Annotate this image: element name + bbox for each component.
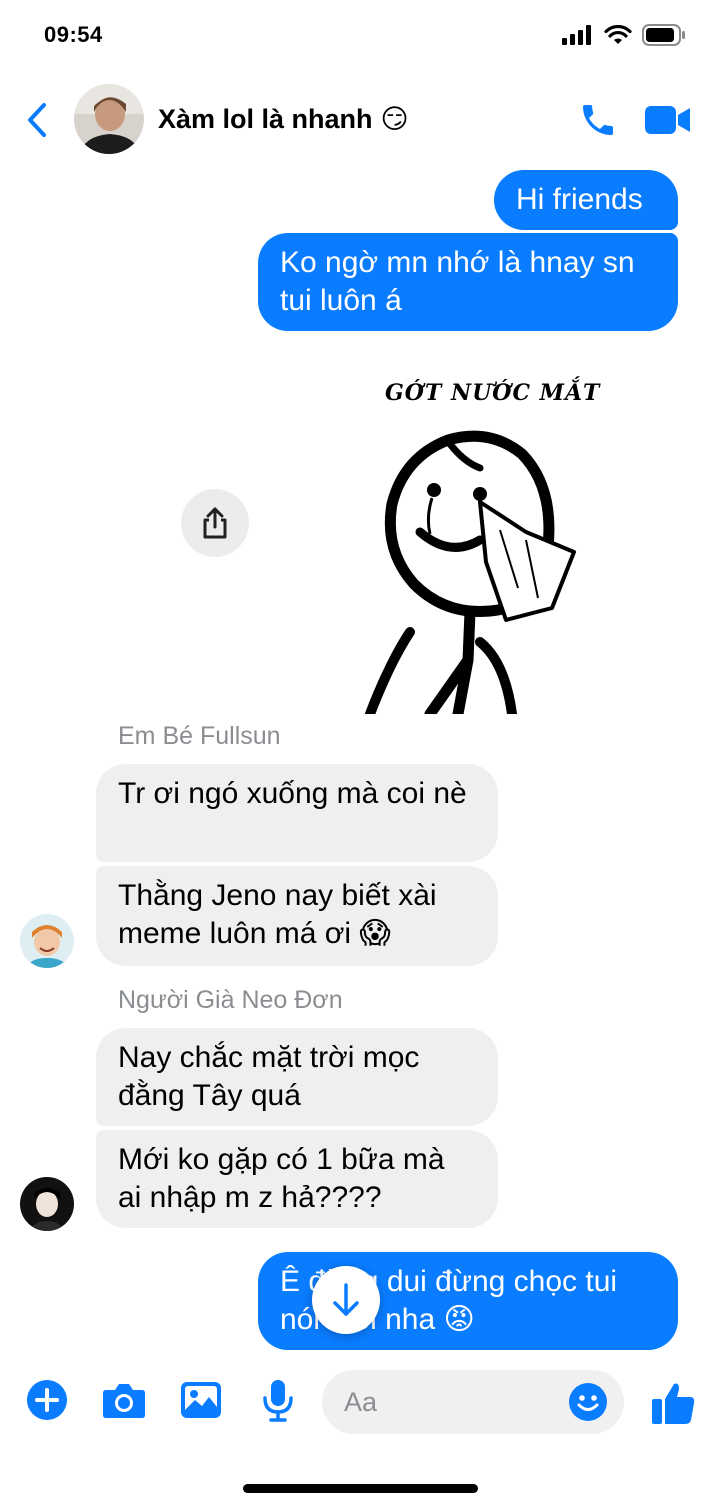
arrow-down-icon — [333, 1283, 359, 1316]
sender-avatar[interactable] — [20, 914, 74, 968]
message-input-placeholder: Aa — [344, 1387, 378, 1417]
message-bubble-incoming[interactable]: Thằng Jeno nay biết xài meme luôn má ơi … — [96, 866, 498, 966]
sender-name: Người Già Neo Đơn — [118, 986, 343, 1014]
call-button[interactable] — [578, 100, 618, 140]
video-camera-icon — [645, 106, 690, 134]
back-button[interactable] — [22, 100, 52, 140]
share-button[interactable] — [181, 489, 249, 557]
crying-stickman-drawing — [365, 430, 576, 714]
status-icons — [562, 24, 686, 46]
chat-title-text: Xàm lol là nhanh — [158, 104, 373, 134]
signal-icon — [562, 25, 591, 45]
scroll-to-bottom-button[interactable] — [312, 1266, 380, 1334]
emoji-button[interactable] — [568, 1382, 608, 1422]
camera-icon — [103, 1384, 145, 1418]
sender-name: Em Bé Fullsun — [118, 722, 281, 750]
wifi-icon — [604, 25, 632, 44]
video-call-button[interactable] — [644, 100, 692, 140]
microphone-icon — [263, 1380, 293, 1422]
share-icon — [203, 507, 227, 539]
sender-avatar[interactable] — [20, 1177, 74, 1231]
chevron-left-icon — [28, 103, 46, 137]
status-time: 09:54 — [44, 22, 103, 47]
voice-message-button[interactable] — [256, 1378, 300, 1422]
smiley-icon — [569, 1383, 607, 1421]
group-avatar[interactable] — [74, 84, 144, 154]
chat-title-emoji: 😏 — [380, 104, 409, 134]
message-bubble-outgoing[interactable]: Ko ngờ mn nhớ là hnay sn tui luôn á — [258, 233, 678, 331]
gallery-button[interactable] — [179, 1378, 223, 1422]
like-button[interactable] — [650, 1380, 696, 1426]
plus-icon — [27, 1380, 67, 1420]
photo-icon — [181, 1382, 221, 1418]
message-bubble-incoming[interactable]: Tr ơi ngó xuống mà coi nè — [96, 764, 498, 862]
phone-icon — [583, 105, 613, 135]
message-bubble-incoming[interactable]: Mới ko gặp có 1 bữa mà ai nhập m z hả???… — [96, 1130, 498, 1228]
battery-icon — [642, 24, 685, 46]
more-actions-button[interactable] — [25, 1378, 69, 1422]
message-bubble-outgoing[interactable]: Hi friends — [494, 170, 678, 230]
message-input[interactable]: Aa — [322, 1370, 624, 1434]
camera-button[interactable] — [102, 1378, 146, 1422]
message-bubble-incoming[interactable]: Nay chắc mặt trời mọc đằng Tây quá — [96, 1028, 498, 1126]
home-indicator — [243, 1484, 478, 1493]
chat-title[interactable]: Xàm lol là nhanh 😏 — [158, 104, 409, 135]
meme-image[interactable]: GỚT NƯỚC MẮT — [330, 362, 620, 714]
thumbs-up-icon — [652, 1383, 695, 1424]
